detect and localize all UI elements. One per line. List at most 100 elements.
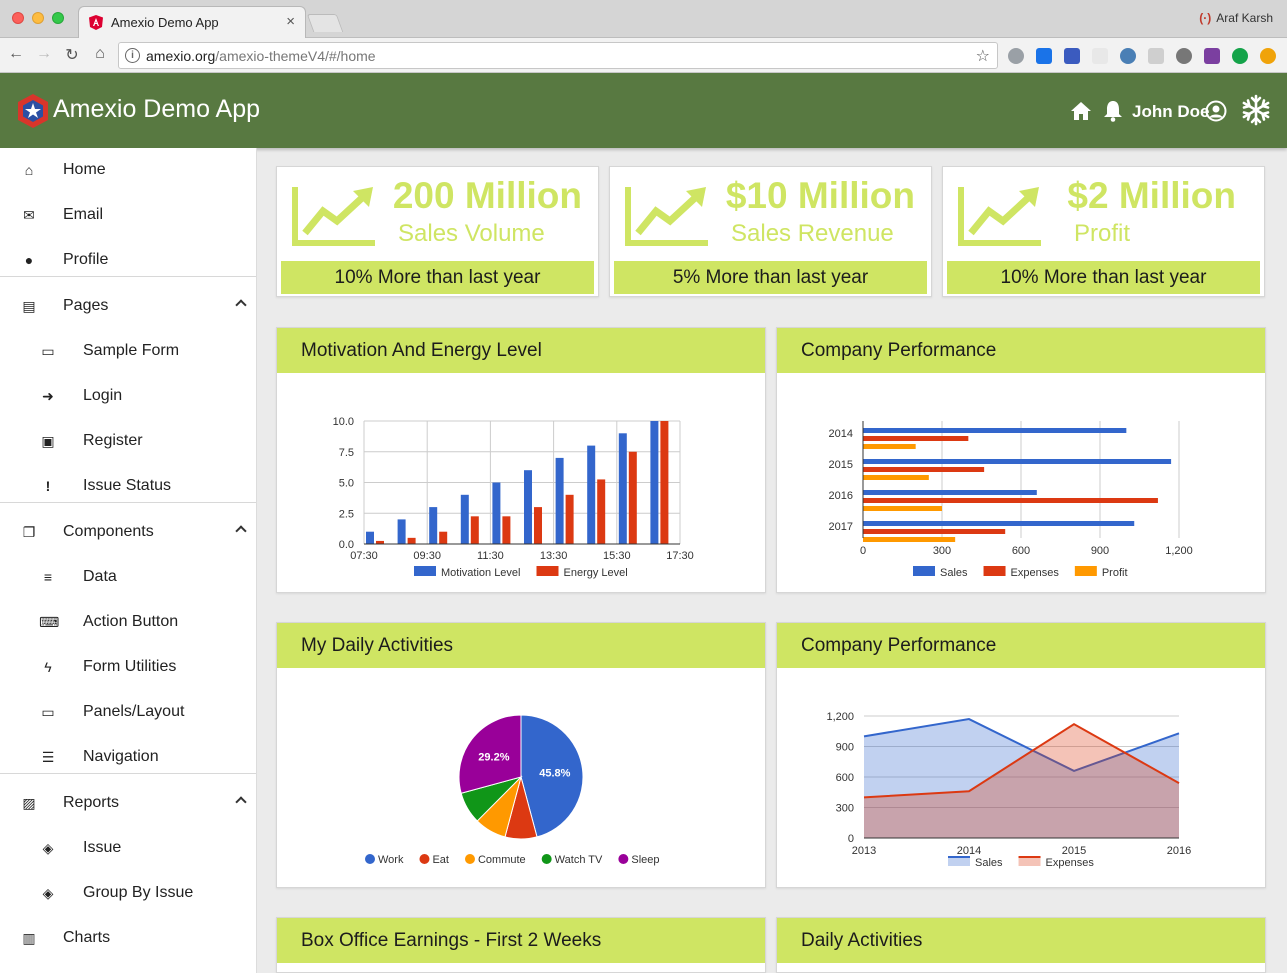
app-title: Amexio Demo App	[53, 95, 261, 123]
exclamation-icon: !	[45, 478, 51, 494]
user-name[interactable]: John Doe	[1132, 102, 1209, 122]
address-bar[interactable]: i amexio.org/amexio-themeV4/#/home ☆	[118, 42, 998, 69]
browser-tab[interactable]: Amexio Demo App ×	[78, 6, 306, 38]
tab-close-icon[interactable]: ×	[286, 13, 295, 30]
extension-icon[interactable]	[1036, 48, 1052, 64]
x-tick-label: 0	[860, 545, 866, 557]
user-circle-icon[interactable]	[1205, 100, 1227, 122]
close-window-button[interactable]	[12, 12, 24, 24]
browser-profile[interactable]: (·) Araf Karsh	[1199, 11, 1273, 25]
divider	[0, 276, 256, 277]
legend-marker	[948, 856, 970, 858]
extension-icon[interactable]	[1064, 48, 1080, 64]
back-icon[interactable]: ←	[6, 45, 26, 63]
sidebar-item-label: Profile	[63, 251, 109, 268]
bar-motivation-level	[650, 421, 659, 544]
new-tab-button[interactable]	[306, 14, 344, 32]
tab-title: Amexio Demo App	[111, 15, 219, 30]
y-tick-label: 600	[836, 772, 854, 784]
chevron-up-icon[interactable]	[235, 525, 247, 537]
legend-label: Commute	[478, 854, 526, 866]
bar-motivation-level	[460, 494, 469, 544]
desktop-icon: ▭	[41, 704, 55, 720]
legend-marker	[536, 566, 559, 576]
legend-label: Sleep	[631, 854, 659, 866]
panel-motivation: Motivation And Energy Level 0.0 2.5 5.0 7.5…	[276, 327, 766, 593]
bookmark-star-icon[interactable]: ☆	[976, 46, 990, 66]
bolt-icon: ϟ	[44, 659, 52, 675]
forward-icon[interactable]: →	[34, 45, 54, 63]
sidebar-item-data[interactable]: ≡ Data	[0, 555, 256, 600]
y-tick-label: 300	[836, 803, 854, 815]
legend-marker	[419, 854, 430, 864]
extension-icon[interactable]	[1176, 48, 1192, 64]
legend-marker	[1018, 856, 1041, 858]
x-tick-label: 2015	[1062, 845, 1086, 857]
bar-motivation-level	[618, 433, 627, 544]
chevron-up-icon[interactable]	[235, 299, 247, 311]
sidebar-item-reports[interactable]: ▨ Reports	[0, 781, 256, 826]
snowflake-icon[interactable]	[1240, 94, 1272, 126]
extension-icon[interactable]	[1008, 48, 1024, 64]
panel-title: Motivation And Energy Level	[277, 328, 765, 373]
minimize-window-button[interactable]	[32, 12, 44, 24]
sidebar-item-home[interactable]: ⌂ Home	[0, 148, 256, 193]
legend-marker	[913, 566, 935, 576]
extension-icon[interactable]	[1204, 48, 1220, 64]
kpi-label: Sales Revenue	[731, 220, 894, 247]
sign-in-icon: ➜	[42, 388, 54, 404]
sidebar-item-issue[interactable]: ◈ Issue	[0, 826, 256, 871]
x-tick-label: 900	[1091, 545, 1109, 557]
y-tick-label: 2014	[829, 428, 853, 440]
sidebar-item-pages[interactable]: ▤ Pages	[0, 284, 256, 329]
bell-icon[interactable]	[1103, 100, 1123, 122]
legend-label: Work	[378, 854, 404, 866]
chevron-up-icon[interactable]	[235, 796, 247, 808]
home-icon[interactable]	[1070, 101, 1092, 121]
sidebar-item-components[interactable]: ❐ Components	[0, 510, 256, 555]
legend-marker	[983, 566, 1006, 576]
extension-icon[interactable]	[1120, 48, 1136, 64]
reload-icon[interactable]: ↻	[62, 45, 82, 65]
sidebar: ⌂ Home ✉ Email ● Profile ▤ Pages ▭ Sampl…	[0, 148, 257, 973]
angular-icon	[89, 15, 103, 30]
sidebar-item-email[interactable]: ✉ Email	[0, 193, 256, 238]
info-icon[interactable]: i	[125, 48, 140, 63]
kpi-value: $2 Million	[1067, 175, 1236, 216]
divider	[0, 502, 256, 503]
sidebar-item-form-utilities[interactable]: ϟ Form Utilities	[0, 645, 256, 690]
panel-title: Company Performance	[777, 623, 1265, 668]
kpi-footer: 5% More than last year	[614, 261, 927, 294]
bar-expenses	[863, 529, 1006, 534]
bar-energy-level	[439, 531, 448, 544]
sidebar-item-action-button[interactable]: ⌨ Action Button	[0, 600, 256, 645]
extension-icon[interactable]	[1092, 48, 1108, 64]
url-host: amexio.org	[146, 48, 216, 64]
bar-profit	[863, 475, 929, 480]
sidebar-item-panels-layout[interactable]: ▭ Panels/Layout	[0, 690, 256, 735]
sidebar-item-label: Pages	[63, 297, 109, 314]
profile-icon: (·)	[1199, 11, 1212, 25]
bar-expenses	[863, 498, 1158, 503]
extension-icon[interactable]	[1260, 48, 1276, 64]
ticket-icon: ◈	[42, 840, 54, 856]
line-chart-icon	[625, 187, 708, 246]
sidebar-item-label: Group By Issue	[83, 884, 194, 901]
sidebar-item-register[interactable]: ▣ Register	[0, 419, 256, 464]
sidebar-item-charts[interactable]: ▥ Charts	[0, 916, 256, 961]
extension-icon[interactable]	[1232, 48, 1248, 64]
y-tick-label: 2.5	[339, 508, 354, 520]
slice-label: 29.2%	[478, 751, 509, 763]
sidebar-item-label: Form Utilities	[83, 658, 177, 675]
legend-marker	[948, 857, 970, 866]
sidebar-item-login[interactable]: ➜ Login	[0, 374, 256, 419]
home-icon[interactable]: ⌂	[90, 45, 110, 63]
extension-icon[interactable]	[1148, 48, 1164, 64]
x-tick-label: 2016	[1167, 845, 1191, 857]
laptop-icon: ▭	[41, 343, 55, 359]
legend-label: Motivation Level	[441, 567, 521, 579]
sidebar-item-sample-form[interactable]: ▭ Sample Form	[0, 329, 256, 374]
sidebar-item-group-by-issue[interactable]: ◈ Group By Issue	[0, 871, 256, 916]
user-icon: ●	[24, 252, 34, 268]
maximize-window-button[interactable]	[52, 12, 64, 24]
